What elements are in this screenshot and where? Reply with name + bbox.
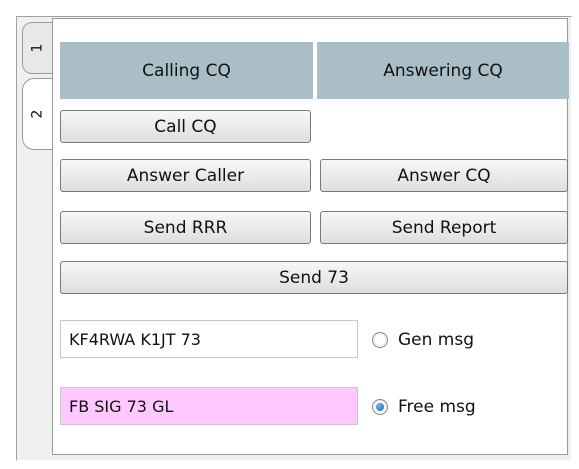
- gen-msg-field[interactable]: [60, 320, 358, 358]
- answering-cq-header: Answering CQ: [317, 42, 569, 99]
- gen-msg-label: Gen msg: [398, 330, 475, 350]
- send-rrr-button[interactable]: Send RRR: [60, 211, 311, 244]
- call-cq-button[interactable]: Call CQ: [60, 110, 311, 143]
- gen-msg-radio-option[interactable]: Gen msg: [372, 330, 474, 350]
- gen-msg-radio[interactable]: [372, 332, 388, 348]
- free-msg-field[interactable]: [60, 387, 358, 425]
- answer-caller-button[interactable]: Answer Caller: [60, 159, 311, 192]
- calling-cq-header: Calling CQ: [60, 42, 313, 99]
- free-msg-label: Free msg: [398, 397, 476, 417]
- answer-cq-button[interactable]: Answer CQ: [320, 159, 568, 192]
- send-report-button[interactable]: Send Report: [320, 211, 568, 244]
- tab-2[interactable]: 2: [22, 78, 52, 150]
- free-msg-radio-option[interactable]: Free msg: [372, 397, 476, 417]
- tab-2-label: 2: [29, 109, 46, 119]
- radio-selected-dot: [376, 403, 384, 411]
- send-73-button[interactable]: Send 73: [60, 261, 568, 294]
- tab-strip: 1 2: [22, 18, 52, 158]
- free-msg-radio[interactable]: [372, 399, 388, 415]
- tab-1[interactable]: 1: [22, 22, 52, 74]
- tab-1-label: 1: [29, 43, 46, 53]
